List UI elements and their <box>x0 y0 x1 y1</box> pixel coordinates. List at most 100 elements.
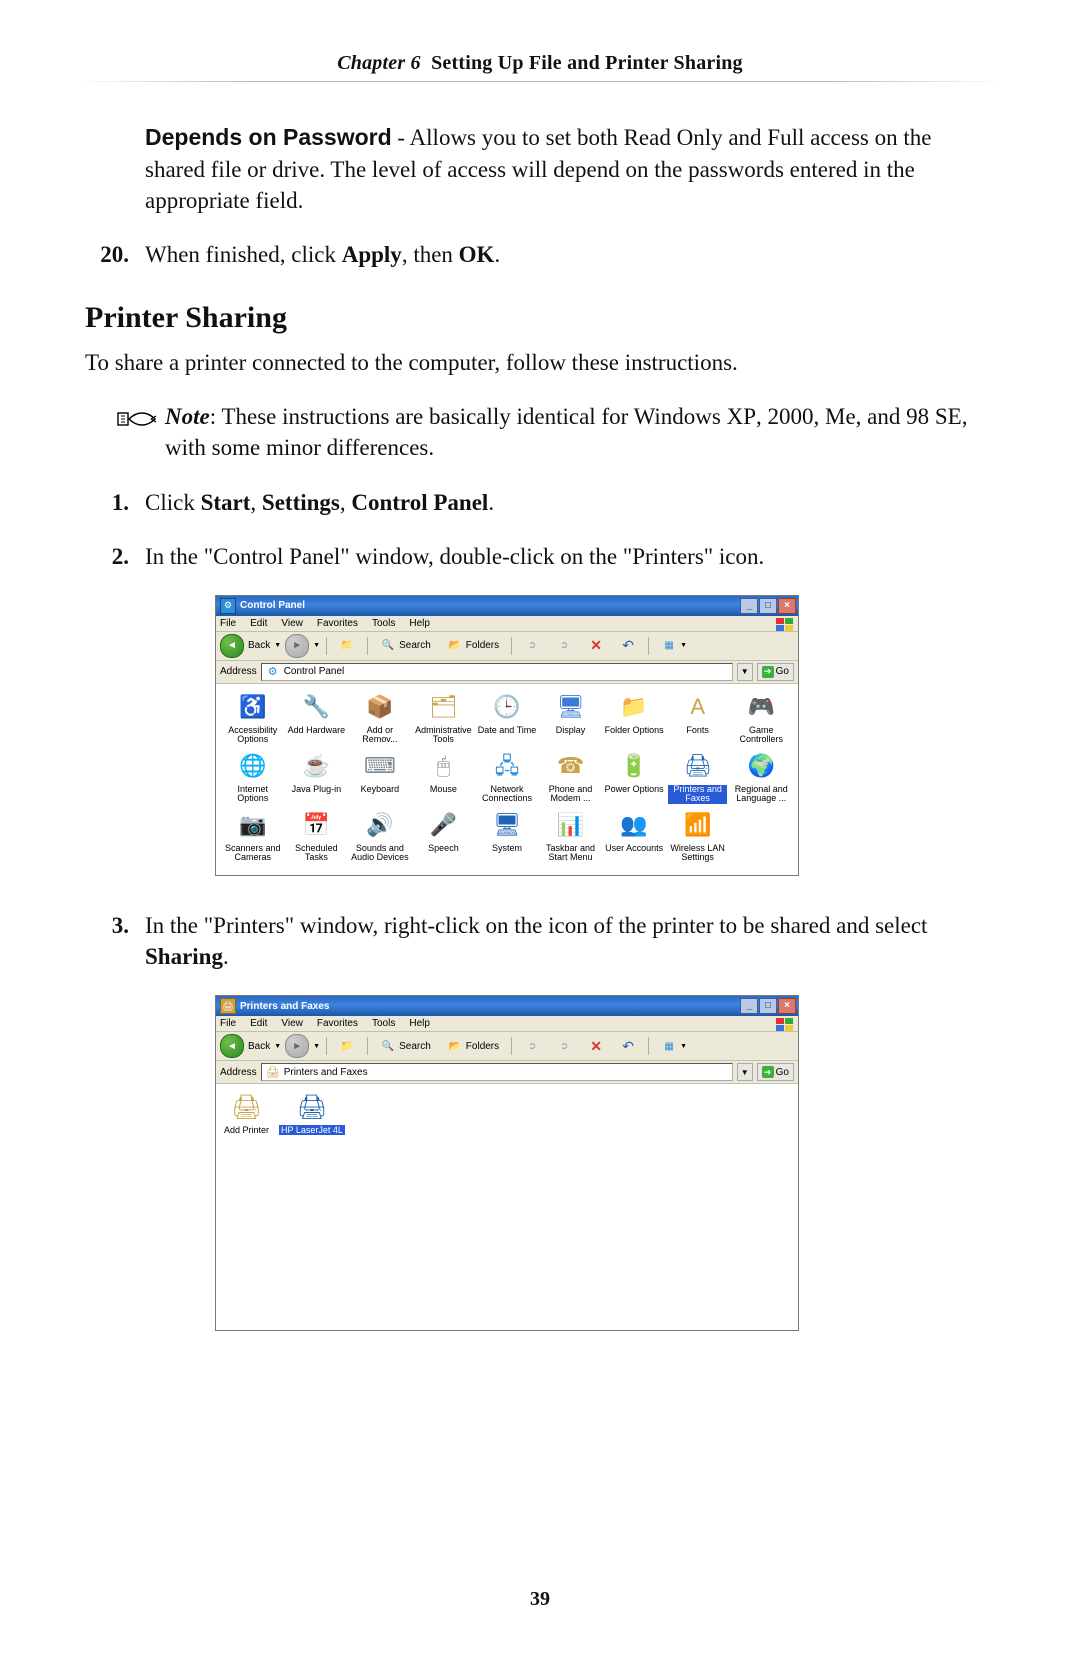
control-panel-item[interactable]: AFonts <box>667 692 729 747</box>
search-button[interactable]: 🔍Search <box>374 636 437 656</box>
control-panel-item[interactable]: 📁Folder Options <box>603 692 665 747</box>
menu-favorites[interactable]: Favorites <box>317 618 358 629</box>
printer-item[interactable]: 🖨Add Printer <box>224 1092 269 1135</box>
control-panel-item[interactable]: ☕Java Plug-in <box>286 751 348 806</box>
forward-button[interactable]: ► <box>285 1034 309 1058</box>
menu-edit[interactable]: Edit <box>250 1018 267 1029</box>
folders-button[interactable]: 📂Folders <box>441 636 505 656</box>
back-label[interactable]: Back <box>248 1041 270 1052</box>
toolbar: ◄ Back▼ ►▼ 📁 🔍Search 📂Folders ➲ ➲ ✕ ↶ ▦▼ <box>216 1032 798 1061</box>
menu-view[interactable]: View <box>281 618 303 629</box>
control-panel-icons: ♿Accessibility Options🔧Add Hardware📦Add … <box>216 684 798 875</box>
step-number: 3. <box>85 910 145 973</box>
menu-bar: File Edit View Favorites Tools Help <box>216 1016 798 1032</box>
control-panel-item[interactable]: 🌐 Internet Options <box>222 751 284 806</box>
address-label: Address <box>220 1067 257 1078</box>
cp-item-label: Wireless LAN Settings <box>667 843 729 865</box>
control-panel-item[interactable]: 🌍Regional and Language ... <box>730 751 792 806</box>
cp-item-icon: ♿ <box>238 692 268 722</box>
cp-item-label: Scheduled Tasks <box>286 843 348 865</box>
control-panel-item[interactable]: 📷Scanners and Cameras <box>222 810 284 865</box>
menu-file[interactable]: File <box>220 618 236 629</box>
cp-item-label: Display <box>555 725 587 747</box>
control-panel-item[interactable]: ☎Phone and Modem ... <box>540 751 602 806</box>
copy-to-button[interactable]: ➲ <box>550 1036 578 1056</box>
depends-on-password-para: Depends on Password - Allows you to set … <box>145 122 995 217</box>
close-button[interactable]: × <box>778 598 796 614</box>
window-title: Printers and Faxes <box>240 1001 329 1012</box>
menu-view[interactable]: View <box>281 1018 303 1029</box>
control-panel-item[interactable]: 🎤Speech <box>413 810 475 865</box>
cp-item-label: Internet Options <box>222 784 284 806</box>
control-panel-item[interactable]: 🖱Mouse <box>413 751 475 806</box>
copy-to-button[interactable]: ➲ <box>550 636 578 656</box>
up-button[interactable]: 📁 <box>333 1036 361 1056</box>
move-to-button[interactable]: ➲ <box>518 636 546 656</box>
control-panel-item[interactable]: 🕒Date and Time <box>476 692 538 747</box>
go-button[interactable]: ➔Go <box>757 663 794 681</box>
address-field[interactable]: ⚙ Control Panel <box>261 663 733 681</box>
printers-icon-area: 🖨Add Printer🖨HP LaserJet 4L <box>216 1084 798 1330</box>
move-to-button[interactable]: ➲ <box>518 1036 546 1056</box>
address-field[interactable]: 🖨 Printers and Faxes <box>261 1063 733 1081</box>
address-dropdown[interactable]: ▼ <box>737 1063 753 1081</box>
undo-button[interactable]: ↶ <box>614 1036 642 1056</box>
printer-item[interactable]: 🖨HP LaserJet 4L <box>279 1092 345 1135</box>
views-button[interactable]: ▦▼ <box>655 1036 693 1056</box>
screenshot-control-panel: ⚙ Control Panel _ □ × File Edit View Fav… <box>215 595 799 876</box>
control-panel-item[interactable]: 🔊Sounds and Audio Devices <box>349 810 411 865</box>
forward-button[interactable]: ► <box>285 634 309 658</box>
control-panel-item[interactable]: 🎮Game Controllers <box>730 692 792 747</box>
up-button[interactable]: 📁 <box>333 636 361 656</box>
menu-tools[interactable]: Tools <box>372 1018 395 1029</box>
control-panel-item[interactable]: 📊Taskbar and Start Menu <box>540 810 602 865</box>
folder-icon: ⚙ <box>265 664 281 680</box>
address-dropdown[interactable]: ▼ <box>737 663 753 681</box>
menu-help[interactable]: Help <box>409 618 430 629</box>
views-button[interactable]: ▦▼ <box>655 636 693 656</box>
folders-button[interactable]: 📂Folders <box>441 1036 505 1056</box>
cp-item-icon: ⌨ <box>365 751 395 781</box>
control-panel-item[interactable]: 🔋Power Options <box>603 751 665 806</box>
menu-favorites[interactable]: Favorites <box>317 1018 358 1029</box>
close-button[interactable]: × <box>778 998 796 1014</box>
address-bar: Address 🖨 Printers and Faxes ▼ ➔Go <box>216 1061 798 1084</box>
back-label[interactable]: Back <box>248 640 270 651</box>
cp-item-icon: 🌐 <box>238 751 268 781</box>
control-panel-item[interactable]: ⌨ Keyboard <box>349 751 411 806</box>
maximize-button[interactable]: □ <box>759 598 777 614</box>
minimize-button[interactable]: _ <box>740 598 758 614</box>
minimize-button[interactable]: _ <box>740 998 758 1014</box>
window-titlebar[interactable]: ⚙ Control Panel _ □ × <box>216 596 798 616</box>
control-panel-item[interactable]: 🖧Network Connections <box>476 751 538 806</box>
menu-tools[interactable]: Tools <box>372 618 395 629</box>
address-label: Address <box>220 666 257 677</box>
menu-edit[interactable]: Edit <box>250 618 267 629</box>
control-panel-item[interactable]: 👥User Accounts <box>603 810 665 865</box>
go-button[interactable]: ➔Go <box>757 1063 794 1081</box>
back-button[interactable]: ◄ <box>220 634 244 658</box>
control-panel-item[interactable]: 📅 Scheduled Tasks <box>286 810 348 865</box>
control-panel-item[interactable]: 📶Wireless LAN Settings <box>667 810 729 865</box>
window-titlebar[interactable]: 🖨 Printers and Faxes _ □ × <box>216 996 798 1016</box>
cp-item-label: Keyboard <box>360 784 401 806</box>
control-panel-item[interactable]: 🗂Administrative Tools <box>413 692 475 747</box>
undo-button[interactable]: ↶ <box>614 636 642 656</box>
delete-button[interactable]: ✕ <box>582 636 610 656</box>
control-panel-item[interactable]: 🖥Display <box>540 692 602 747</box>
search-button[interactable]: 🔍Search <box>374 1036 437 1056</box>
maximize-button[interactable]: □ <box>759 998 777 1014</box>
menu-help[interactable]: Help <box>409 1018 430 1029</box>
control-panel-item[interactable]: 🔧Add Hardware <box>286 692 348 747</box>
control-panel-item[interactable]: 🖥System <box>476 810 538 865</box>
control-panel-item[interactable]: 📦Add or Remov... <box>349 692 411 747</box>
delete-button[interactable]: ✕ <box>582 1036 610 1056</box>
cp-item-icon: 📅 <box>301 810 331 840</box>
cp-item-label: Power Options <box>604 784 665 806</box>
cp-item-label: Folder Options <box>604 725 665 747</box>
windows-flag-icon <box>776 1018 794 1032</box>
control-panel-item[interactable]: ♿Accessibility Options <box>222 692 284 747</box>
menu-file[interactable]: File <box>220 1018 236 1029</box>
control-panel-item[interactable]: 🖨Printers and Faxes <box>667 751 729 806</box>
back-button[interactable]: ◄ <box>220 1034 244 1058</box>
